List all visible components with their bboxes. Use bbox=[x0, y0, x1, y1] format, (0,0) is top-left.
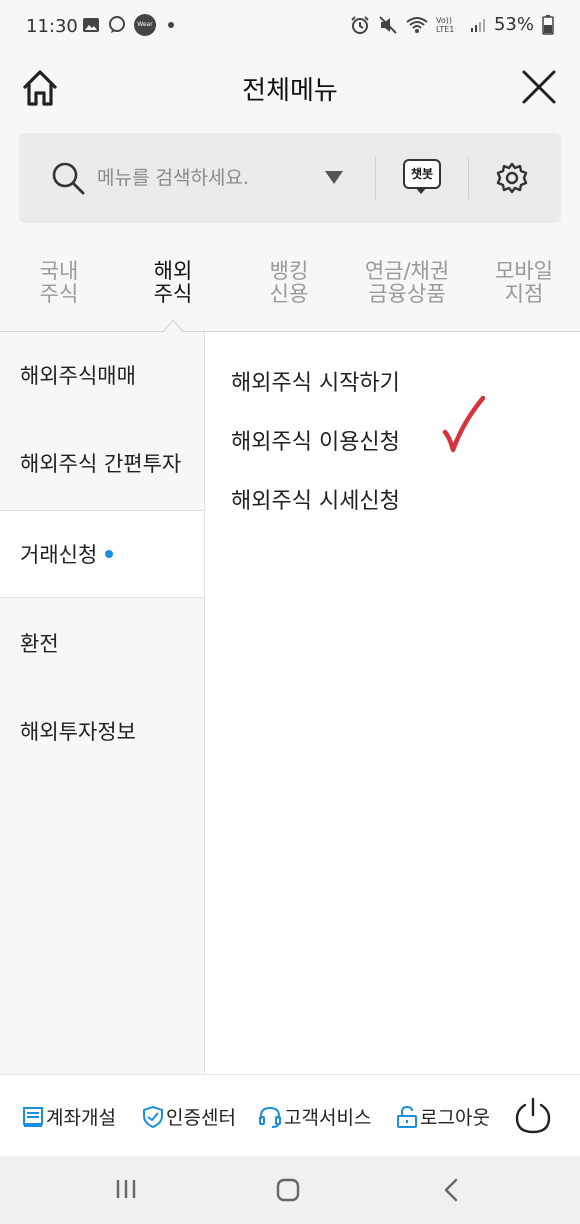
certificate-center-button[interactable]: 인증센터 bbox=[142, 1103, 236, 1130]
chatbot-button[interactable]: 챗봇 bbox=[403, 159, 441, 197]
wifi-icon bbox=[406, 16, 428, 33]
left-menu-item-investment-info[interactable]: 해외투자정보 bbox=[0, 688, 204, 776]
logout-button[interactable]: 로그아웃 bbox=[396, 1103, 490, 1130]
page-title: 전체메뉴 bbox=[242, 76, 338, 106]
bottom-item-label: 로그아웃 bbox=[420, 1107, 490, 1129]
tab-label-line1: 해외 bbox=[153, 259, 193, 283]
left-menu-item-trade-application[interactable]: 거래신청 bbox=[0, 510, 204, 598]
tab-label-line2: 주식 bbox=[39, 282, 79, 306]
search-dropdown-icon[interactable] bbox=[325, 171, 343, 184]
dot-icon bbox=[168, 22, 174, 28]
close-icon bbox=[522, 70, 556, 104]
tab-label-line2: 신용 bbox=[269, 282, 309, 306]
left-menu-item-easy-invest[interactable]: 해외주식 간편투자 bbox=[0, 420, 204, 508]
left-menu-label: 해외투자정보 bbox=[20, 720, 136, 744]
tab-banking-credit[interactable]: 뱅킹 신용 bbox=[254, 260, 324, 306]
signal-icon bbox=[470, 18, 485, 32]
open-account-button[interactable]: 계좌개설 bbox=[22, 1103, 116, 1130]
status-right-icons: Vo)) LTE1 53% bbox=[350, 14, 554, 35]
submenu: 해외주식 시작하기 해외주식 이용신청 해외주식 시세신청 bbox=[205, 332, 580, 1074]
left-menu-label: 해외주식매매 bbox=[20, 364, 136, 388]
red-checkmark-annotation bbox=[442, 395, 485, 453]
android-nav-bar bbox=[0, 1156, 580, 1224]
status-bar: 11:30 Wear Vo)) LTE1 53% bbox=[0, 0, 580, 56]
chatbot-label: 챗봇 bbox=[403, 159, 441, 189]
chat-icon bbox=[109, 16, 125, 33]
home-icon[interactable] bbox=[276, 1178, 300, 1202]
headset-icon bbox=[259, 1106, 281, 1128]
tab-label-line2: 금융상품 bbox=[368, 282, 446, 306]
bottom-item-label: 인증센터 bbox=[166, 1107, 236, 1129]
tab-label-line1: 뱅킹 bbox=[269, 259, 309, 283]
search-area: 챗봇 bbox=[0, 122, 580, 242]
left-menu-label: 환전 bbox=[20, 632, 59, 656]
chatbot-bubble-tail bbox=[415, 187, 427, 194]
tab-mobile-branch[interactable]: 모바일 지점 bbox=[484, 260, 564, 306]
tab-label-line1: 모바일 bbox=[495, 259, 553, 283]
tab-label-line2: 주식 bbox=[153, 282, 193, 306]
close-button[interactable] bbox=[518, 66, 560, 108]
bottom-item-label: 고객서비스 bbox=[284, 1107, 372, 1129]
tab-label-line1: 국내 bbox=[39, 259, 79, 283]
tab-label-line2: 지점 bbox=[504, 282, 544, 306]
search-box: 챗봇 bbox=[19, 133, 561, 223]
search-icon[interactable] bbox=[51, 161, 85, 195]
tab-overseas-stock[interactable]: 해외 주식 bbox=[138, 260, 208, 306]
status-time: 11:30 bbox=[26, 16, 78, 37]
left-menu-label: 거래신청 bbox=[20, 543, 98, 567]
app-header: 전체메뉴 bbox=[0, 56, 580, 122]
submenu-item-quote-application[interactable]: 해외주식 시세신청 bbox=[231, 483, 400, 515]
recent-apps-icon[interactable] bbox=[114, 1178, 138, 1200]
document-icon bbox=[23, 1106, 43, 1127]
submenu-item-start[interactable]: 해외주식 시작하기 bbox=[231, 365, 400, 397]
customer-service-button[interactable]: 고객서비스 bbox=[258, 1103, 371, 1130]
alarm-icon bbox=[351, 15, 369, 34]
left-menu-label: 해외주식 간편투자 bbox=[20, 452, 182, 476]
tab-label-line1: 연금/채권 bbox=[364, 259, 450, 283]
bottom-item-label: 계좌개설 bbox=[46, 1107, 116, 1129]
gallery-icon bbox=[83, 18, 99, 32]
battery-percent: 53% bbox=[493, 14, 534, 35]
bottom-toolbar: 계좌개설 인증센터 고객서비스 로그아웃 bbox=[0, 1074, 580, 1156]
active-tab-indicator bbox=[162, 319, 184, 333]
wear-icon: Wear bbox=[134, 14, 156, 36]
unlock-icon bbox=[397, 1105, 417, 1128]
tab-domestic-stock[interactable]: 국내 주식 bbox=[24, 260, 94, 306]
search-input[interactable] bbox=[95, 161, 315, 195]
tab-pension-bond[interactable]: 연금/채권 금융상품 bbox=[352, 260, 462, 306]
left-menu-item-overseas-trading[interactable]: 해외주식매매 bbox=[0, 332, 204, 420]
mute-icon bbox=[379, 15, 397, 34]
divider bbox=[375, 157, 376, 199]
left-menu-item-exchange[interactable]: 환전 bbox=[0, 600, 204, 688]
volte-lte-icon: Vo)) LTE1 bbox=[435, 15, 455, 34]
back-icon[interactable] bbox=[442, 1178, 460, 1202]
power-button[interactable] bbox=[514, 1097, 552, 1135]
power-icon bbox=[515, 1097, 551, 1134]
status-left-icons: Wear bbox=[82, 14, 174, 36]
battery-icon bbox=[542, 14, 554, 35]
gear-icon[interactable] bbox=[495, 161, 529, 195]
submenu-item-usage-application[interactable]: 해외주식 이용신청 bbox=[231, 424, 400, 456]
new-dot-indicator bbox=[105, 550, 114, 558]
category-tabs: 국내 주식 해외 주식 뱅킹 신용 연금/채권 금융상품 모바일 지점 bbox=[0, 242, 580, 332]
divider bbox=[468, 157, 469, 199]
left-menu: 해외주식매매 해외주식 간편투자 거래신청 환전 해외투자정보 bbox=[0, 332, 205, 1074]
shield-check-icon bbox=[143, 1105, 163, 1128]
